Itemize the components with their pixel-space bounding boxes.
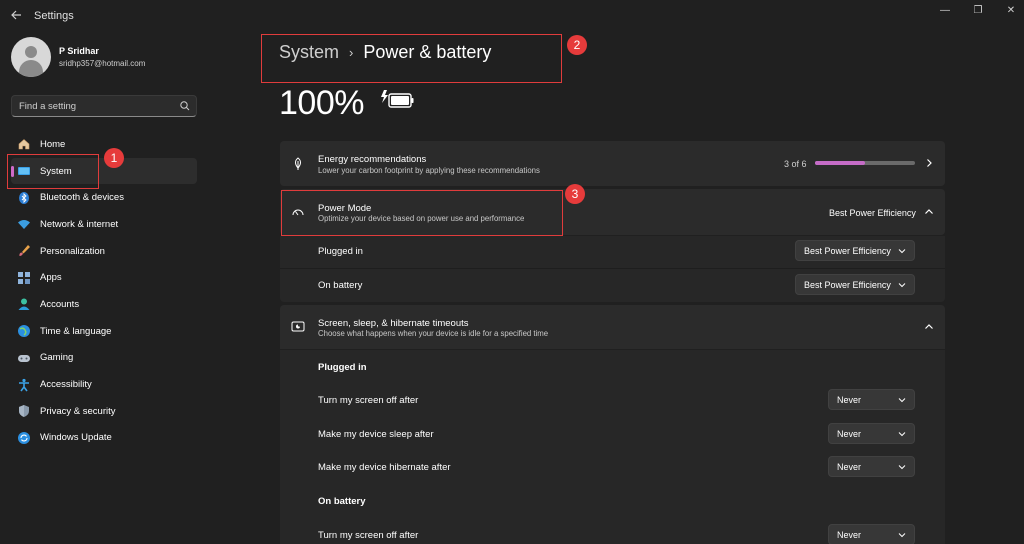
search-box[interactable] — [11, 95, 197, 117]
search-icon[interactable] — [179, 100, 191, 112]
plugged-in-section-label: Plugged in — [318, 362, 367, 373]
dropdown-value: Never — [837, 529, 862, 540]
dropdown-value: Never — [837, 394, 862, 405]
chevron-up-icon[interactable] — [924, 207, 934, 217]
sidebar-item-accounts[interactable]: Accounts — [11, 291, 197, 318]
sleep-plugged-dropdown[interactable]: Never — [828, 423, 915, 444]
battery-charging-icon — [381, 90, 414, 108]
energy-progress-fill — [815, 161, 865, 165]
annotation-badge-3: 3 — [565, 184, 585, 204]
sidebar-item-label: Network & internet — [40, 218, 119, 230]
dropdown-value: Never — [837, 461, 862, 472]
screen-off-battery-label: Turn my screen off after — [318, 530, 419, 541]
brush-icon — [17, 244, 31, 258]
title-bar: Settings — ❐ ✕ — [0, 0, 1024, 32]
screen-off-plugged-dropdown[interactable]: Never — [828, 389, 915, 410]
dropdown-value: Never — [837, 428, 862, 439]
shield-icon — [17, 404, 31, 418]
apps-icon — [17, 271, 31, 285]
sidebar-item-personalization[interactable]: Personalization — [11, 238, 197, 265]
close-button[interactable]: ✕ — [1000, 4, 1022, 18]
annotation-box-3 — [281, 190, 563, 236]
chevron-down-icon — [898, 533, 906, 538]
chevron-down-icon — [898, 249, 906, 254]
back-arrow-icon[interactable] — [10, 9, 22, 21]
sidebar-item-time-language[interactable]: Time & language — [11, 318, 197, 345]
annotation-badge-1: 1 — [104, 148, 124, 168]
sidebar-item-privacy[interactable]: Privacy & security — [11, 398, 197, 425]
minimize-button[interactable]: — — [934, 4, 956, 18]
on-battery-label: On battery — [318, 280, 363, 291]
home-icon — [17, 137, 31, 151]
leaf-icon — [295, 157, 301, 170]
screen-sleep-icon — [291, 321, 305, 332]
hibernate-plugged-label: Make my device hibernate after — [318, 462, 451, 473]
profile-name: P Sridhar — [59, 46, 99, 56]
sidebar-item-accessibility[interactable]: Accessibility — [11, 371, 197, 398]
energy-description: Lower your carbon footprint by applying … — [318, 166, 540, 175]
chevron-down-icon — [898, 283, 906, 288]
globe-icon — [17, 324, 31, 338]
search-input[interactable] — [19, 100, 169, 113]
update-icon — [17, 431, 31, 445]
sidebar-item-label: Windows Update — [40, 432, 112, 444]
energy-title: Energy recommendations — [318, 154, 427, 165]
sleep-plugged-label: Make my device sleep after — [318, 429, 434, 440]
annotation-box-2 — [261, 34, 562, 83]
timeouts-options — [280, 350, 945, 544]
power-mode-value: Best Power Efficiency — [829, 208, 916, 218]
maximize-button[interactable]: ❐ — [967, 4, 989, 18]
sidebar-item-windows-update[interactable]: Windows Update — [11, 425, 197, 452]
chevron-down-icon — [898, 398, 906, 403]
chevron-up-icon[interactable] — [924, 322, 934, 332]
chevron-down-icon — [898, 465, 906, 470]
plugged-in-label: Plugged in — [318, 246, 363, 257]
accounts-icon — [17, 297, 31, 311]
sidebar-item-network[interactable]: Network & internet — [11, 211, 197, 238]
annotation-badge-2: 2 — [567, 35, 587, 55]
gamepad-icon — [17, 351, 31, 365]
avatar[interactable] — [11, 37, 51, 77]
chevron-right-icon[interactable] — [924, 158, 934, 168]
dropdown-value: Best Power Efficiency — [804, 245, 891, 256]
chevron-down-icon — [898, 432, 906, 437]
sidebar-item-label: Apps — [40, 272, 62, 284]
on-battery-section-label: On battery — [318, 496, 366, 507]
divider — [280, 268, 945, 269]
timeouts-description: Choose what happens when your device is … — [318, 329, 549, 338]
plugged-in-power-mode-dropdown[interactable]: Best Power Efficiency — [795, 240, 915, 261]
hibernate-plugged-dropdown[interactable]: Never — [828, 456, 915, 477]
screen-off-battery-dropdown[interactable]: Never — [828, 524, 915, 544]
sidebar-item-label: Accounts — [40, 298, 80, 310]
sidebar-item-apps[interactable]: Apps — [11, 264, 197, 291]
sidebar-item-label: Home — [40, 138, 66, 150]
sidebar-item-label: Personalization — [40, 245, 105, 257]
energy-progress-bar — [815, 161, 915, 165]
sidebar-item-gaming[interactable]: Gaming — [11, 345, 197, 372]
sidebar-item-label: Gaming — [40, 352, 74, 364]
sidebar-item-label: Privacy & security — [40, 405, 116, 417]
profile-email: sridhp357@hotmail.com — [59, 59, 146, 68]
sidebar-item-label: Accessibility — [40, 379, 92, 391]
bluetooth-icon — [17, 191, 31, 205]
battery-percentage: 100% — [279, 84, 364, 122]
energy-progress-text: 3 of 6 — [784, 159, 807, 169]
wifi-icon — [17, 217, 31, 231]
dropdown-value: Best Power Efficiency — [804, 279, 891, 290]
accessibility-icon — [17, 378, 31, 392]
screen-off-plugged-label: Turn my screen off after — [318, 395, 419, 406]
timeouts-title: Screen, sleep, & hibernate timeouts — [318, 318, 469, 329]
on-battery-power-mode-dropdown[interactable]: Best Power Efficiency — [795, 274, 915, 295]
app-title: Settings — [34, 10, 74, 22]
sidebar-item-label: Bluetooth & devices — [40, 192, 124, 204]
annotation-box-1 — [7, 154, 99, 189]
sidebar-item-label: Time & language — [40, 325, 112, 337]
